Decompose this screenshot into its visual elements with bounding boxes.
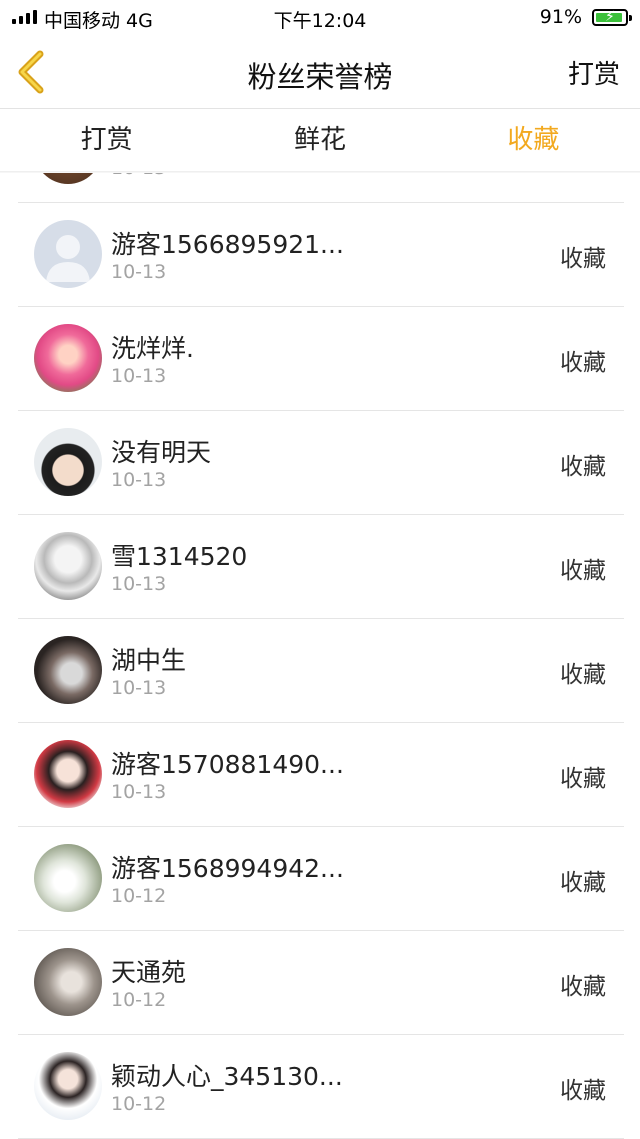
list-item[interactable]: 天通苑 10-12 收藏 — [18, 931, 624, 1035]
list-item-date: 10-13 — [111, 677, 167, 699]
favorite-label: 收藏 — [560, 766, 606, 792]
tab-reward[interactable]: 打赏 — [0, 109, 213, 171]
list-item-name: 天通苑 — [111, 958, 187, 987]
list-item-name: 湖中生 — [111, 646, 187, 675]
avatar — [34, 1052, 102, 1120]
tab-flowers[interactable]: 鲜花 — [213, 109, 426, 171]
favorite-label: 收藏 — [560, 662, 606, 688]
tab-favorites[interactable]: 收藏 — [427, 109, 640, 171]
status-bar: 中国移动 4G 下午12:04 91% ⚡ — [0, 0, 640, 36]
list-item[interactable]: 洗烊烊. 10-13 收藏 — [18, 307, 624, 411]
nav-bar: 粉丝荣誉榜 打赏 — [0, 36, 640, 108]
favorite-label: 收藏 — [560, 974, 606, 1000]
list-item-date: 10-13 — [111, 365, 167, 387]
list-item[interactable]: 游客1568994942... 10-12 收藏 — [18, 827, 624, 931]
battery-icon: ⚡ — [592, 9, 632, 26]
list-item[interactable]: 游客1570881490... 10-13 收藏 — [18, 723, 624, 827]
avatar — [34, 428, 102, 496]
list-item-date: 10-12 — [111, 885, 167, 907]
favorite-label: 收藏 — [560, 350, 606, 376]
default-avatar-icon — [46, 235, 90, 282]
list-item[interactable]: 10-13 — [18, 173, 624, 203]
avatar — [34, 532, 102, 600]
list-item[interactable]: 游客1566895921... 10-13 收藏 — [18, 203, 624, 307]
list-item-name: 游客1568994942... — [111, 854, 344, 883]
list-item-name: 没有明天 — [111, 438, 212, 467]
list-item-date: 10-13 — [111, 469, 167, 491]
list-item-date: 10-13 — [111, 573, 167, 595]
favorites-list: 10-13 游客1566895921... 10-13 收藏 洗烊烊. 10-1… — [0, 173, 640, 1139]
favorite-label: 收藏 — [560, 454, 606, 480]
list-item-name: 颖动人心_345130... — [111, 1062, 343, 1091]
list-item[interactable]: 没有明天 10-13 收藏 — [18, 411, 624, 515]
avatar — [34, 220, 102, 288]
list-item-name: 洗烊烊. — [111, 334, 194, 363]
list-item-date: 10-13 — [111, 261, 167, 283]
avatar — [34, 173, 102, 184]
avatar — [34, 636, 102, 704]
list-item[interactable]: 颖动人心_345130... 10-12 收藏 — [18, 1035, 624, 1139]
list-item-name: 游客1566895921... — [111, 230, 344, 259]
avatar — [34, 948, 102, 1016]
page-title: 粉丝荣誉榜 — [247, 60, 393, 94]
list-item-name: 游客1570881490... — [111, 750, 344, 779]
list-item-date: 10-13 — [111, 173, 166, 179]
battery-percent: 91% — [539, 6, 582, 28]
list-item[interactable]: 雪1314520 10-13 收藏 — [18, 515, 624, 619]
reward-button[interactable]: 打赏 — [568, 54, 620, 91]
list-item-date: 10-13 — [111, 781, 167, 803]
list-item-date: 10-12 — [111, 1093, 167, 1115]
avatar — [34, 844, 102, 912]
avatar — [34, 740, 102, 808]
list-item[interactable]: 湖中生 10-13 收藏 — [18, 619, 624, 723]
favorite-label: 收藏 — [560, 1078, 606, 1104]
favorite-label: 收藏 — [560, 246, 606, 272]
list-item-name: 雪1314520 — [111, 542, 248, 571]
avatar — [34, 324, 102, 392]
list-item-date: 10-12 — [111, 989, 167, 1011]
favorite-label: 收藏 — [560, 558, 606, 584]
favorite-label: 收藏 — [560, 870, 606, 896]
tab-bar: 打赏 鲜花 收藏 — [0, 109, 640, 171]
